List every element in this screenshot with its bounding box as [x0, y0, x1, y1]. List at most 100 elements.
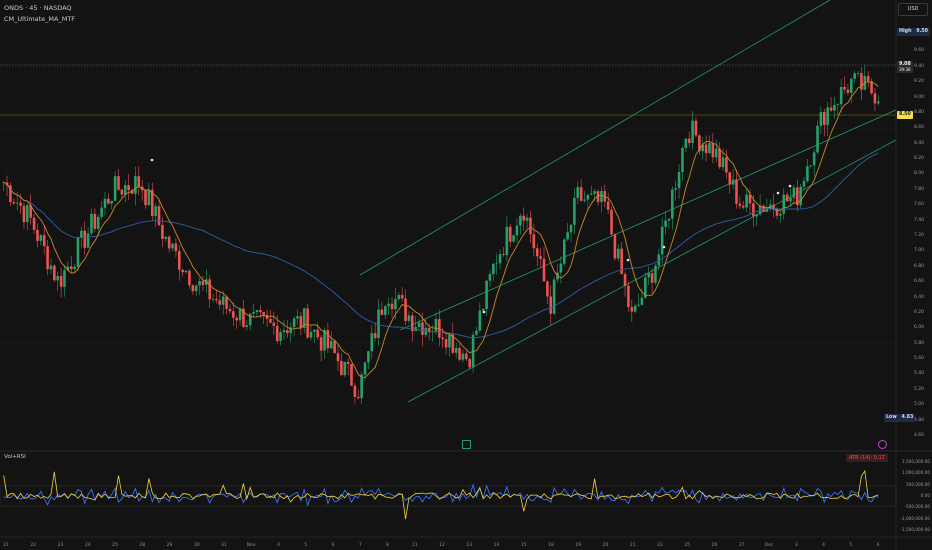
candle-body: [677, 172, 681, 189]
time-tick: 15: [520, 543, 527, 548]
candle-body: [184, 270, 188, 273]
candle-body: [215, 299, 218, 301]
time-tick: 30: [193, 543, 200, 548]
candle-body: [573, 197, 576, 225]
candle-body: [441, 337, 444, 340]
candle-body: [475, 330, 478, 335]
candle-body: [731, 179, 735, 185]
candle-body: [26, 205, 29, 223]
candle-body: [147, 189, 151, 206]
candle-body: [822, 111, 826, 125]
price-tick: 8.00: [913, 171, 924, 177]
price-tick: 4.80: [913, 417, 924, 423]
candle-body: [806, 166, 809, 182]
candle-body: [465, 353, 468, 360]
candle-body: [329, 340, 333, 349]
cross-marker: [788, 184, 792, 188]
price-tick: 9.60: [913, 48, 924, 54]
candle-body: [164, 236, 168, 239]
candle-body: [272, 322, 276, 326]
price-tick: 6.20: [913, 309, 924, 315]
candle-body: [96, 216, 100, 229]
candle-body: [721, 157, 725, 168]
candle-body: [877, 101, 880, 104]
candle-body: [39, 235, 43, 241]
candle-body: [211, 299, 215, 300]
indicator-label[interactable]: CM_Ultimate_MA_MTF: [4, 15, 75, 23]
candle-body: [90, 213, 93, 234]
candle-body: [245, 325, 249, 328]
candle-body: [576, 187, 580, 198]
candle-body: [313, 329, 316, 332]
time-tick: 22: [30, 543, 37, 548]
candle-body: [637, 304, 640, 306]
candle-body: [691, 120, 694, 144]
currency-button[interactable]: USD: [898, 3, 928, 16]
candle-body: [522, 215, 526, 221]
candle-body: [559, 263, 563, 273]
candle-body: [498, 254, 502, 264]
price-tick: 5.60: [913, 356, 924, 362]
candle-body: [546, 281, 549, 297]
candle-body: [782, 194, 786, 214]
candle-body: [610, 209, 613, 235]
time-tick: Nov: [246, 543, 256, 548]
candle-body: [383, 306, 387, 315]
time-tick: 23: [57, 543, 64, 548]
candle-body: [539, 256, 542, 259]
candle-body: [191, 285, 195, 292]
candle-body: [390, 303, 394, 310]
candle-body: [326, 330, 330, 349]
volume-pane-title[interactable]: Vol+RSI: [4, 454, 26, 460]
candle-body: [174, 243, 178, 252]
price-tick: 5.00: [913, 402, 924, 408]
price-tick: 8.80: [913, 109, 924, 115]
candle-body: [279, 332, 282, 342]
candle-body: [373, 333, 377, 339]
candle-body: [714, 148, 718, 158]
candle-body: [711, 143, 715, 158]
candle-body: [19, 202, 22, 206]
candle-body: [144, 190, 147, 206]
candle-body: [613, 234, 617, 259]
time-tick: 11: [411, 543, 418, 548]
candle-body: [120, 189, 124, 195]
candle-body: [63, 270, 66, 287]
symbol-title[interactable]: ONDS · 45 · NASDAQ: [4, 4, 72, 12]
price-tick: 5.20: [913, 386, 924, 392]
candle-body: [708, 143, 711, 153]
time-tick: 29: [166, 543, 173, 548]
time-tick: 31: [221, 543, 227, 548]
candle-body: [687, 138, 691, 144]
candle-body: [400, 294, 404, 299]
candle-body: [404, 298, 407, 322]
calendar-icon[interactable]: [462, 440, 471, 449]
candle-body: [194, 285, 198, 292]
candle-body: [93, 213, 97, 229]
candle-body: [360, 374, 363, 399]
candle-body: [73, 266, 76, 270]
candle-body: [519, 215, 522, 226]
candle-body: [819, 111, 823, 126]
price-tick: 6.80: [913, 263, 924, 269]
candle-body: [583, 199, 586, 201]
candle-body: [110, 200, 114, 204]
candle-body: [785, 194, 789, 202]
low-tag: Low 4.83: [884, 414, 916, 422]
current-price-tag: 9.08 39:36: [897, 61, 913, 73]
candle-body: [417, 322, 421, 328]
candle-body: [488, 274, 492, 281]
candle-body: [80, 230, 83, 238]
price-tick: 8.40: [913, 140, 924, 146]
candle-body: [833, 104, 836, 111]
candle-body: [633, 305, 637, 312]
candle-body: [12, 202, 16, 204]
compass-icon[interactable]: [878, 440, 887, 449]
candle-body: [485, 280, 488, 310]
candle-body: [208, 279, 211, 300]
candle-body: [36, 229, 39, 241]
price-chart[interactable]: [0, 0, 932, 550]
candle-body: [86, 233, 90, 248]
candle-body: [32, 217, 36, 230]
candle-body: [69, 266, 73, 270]
